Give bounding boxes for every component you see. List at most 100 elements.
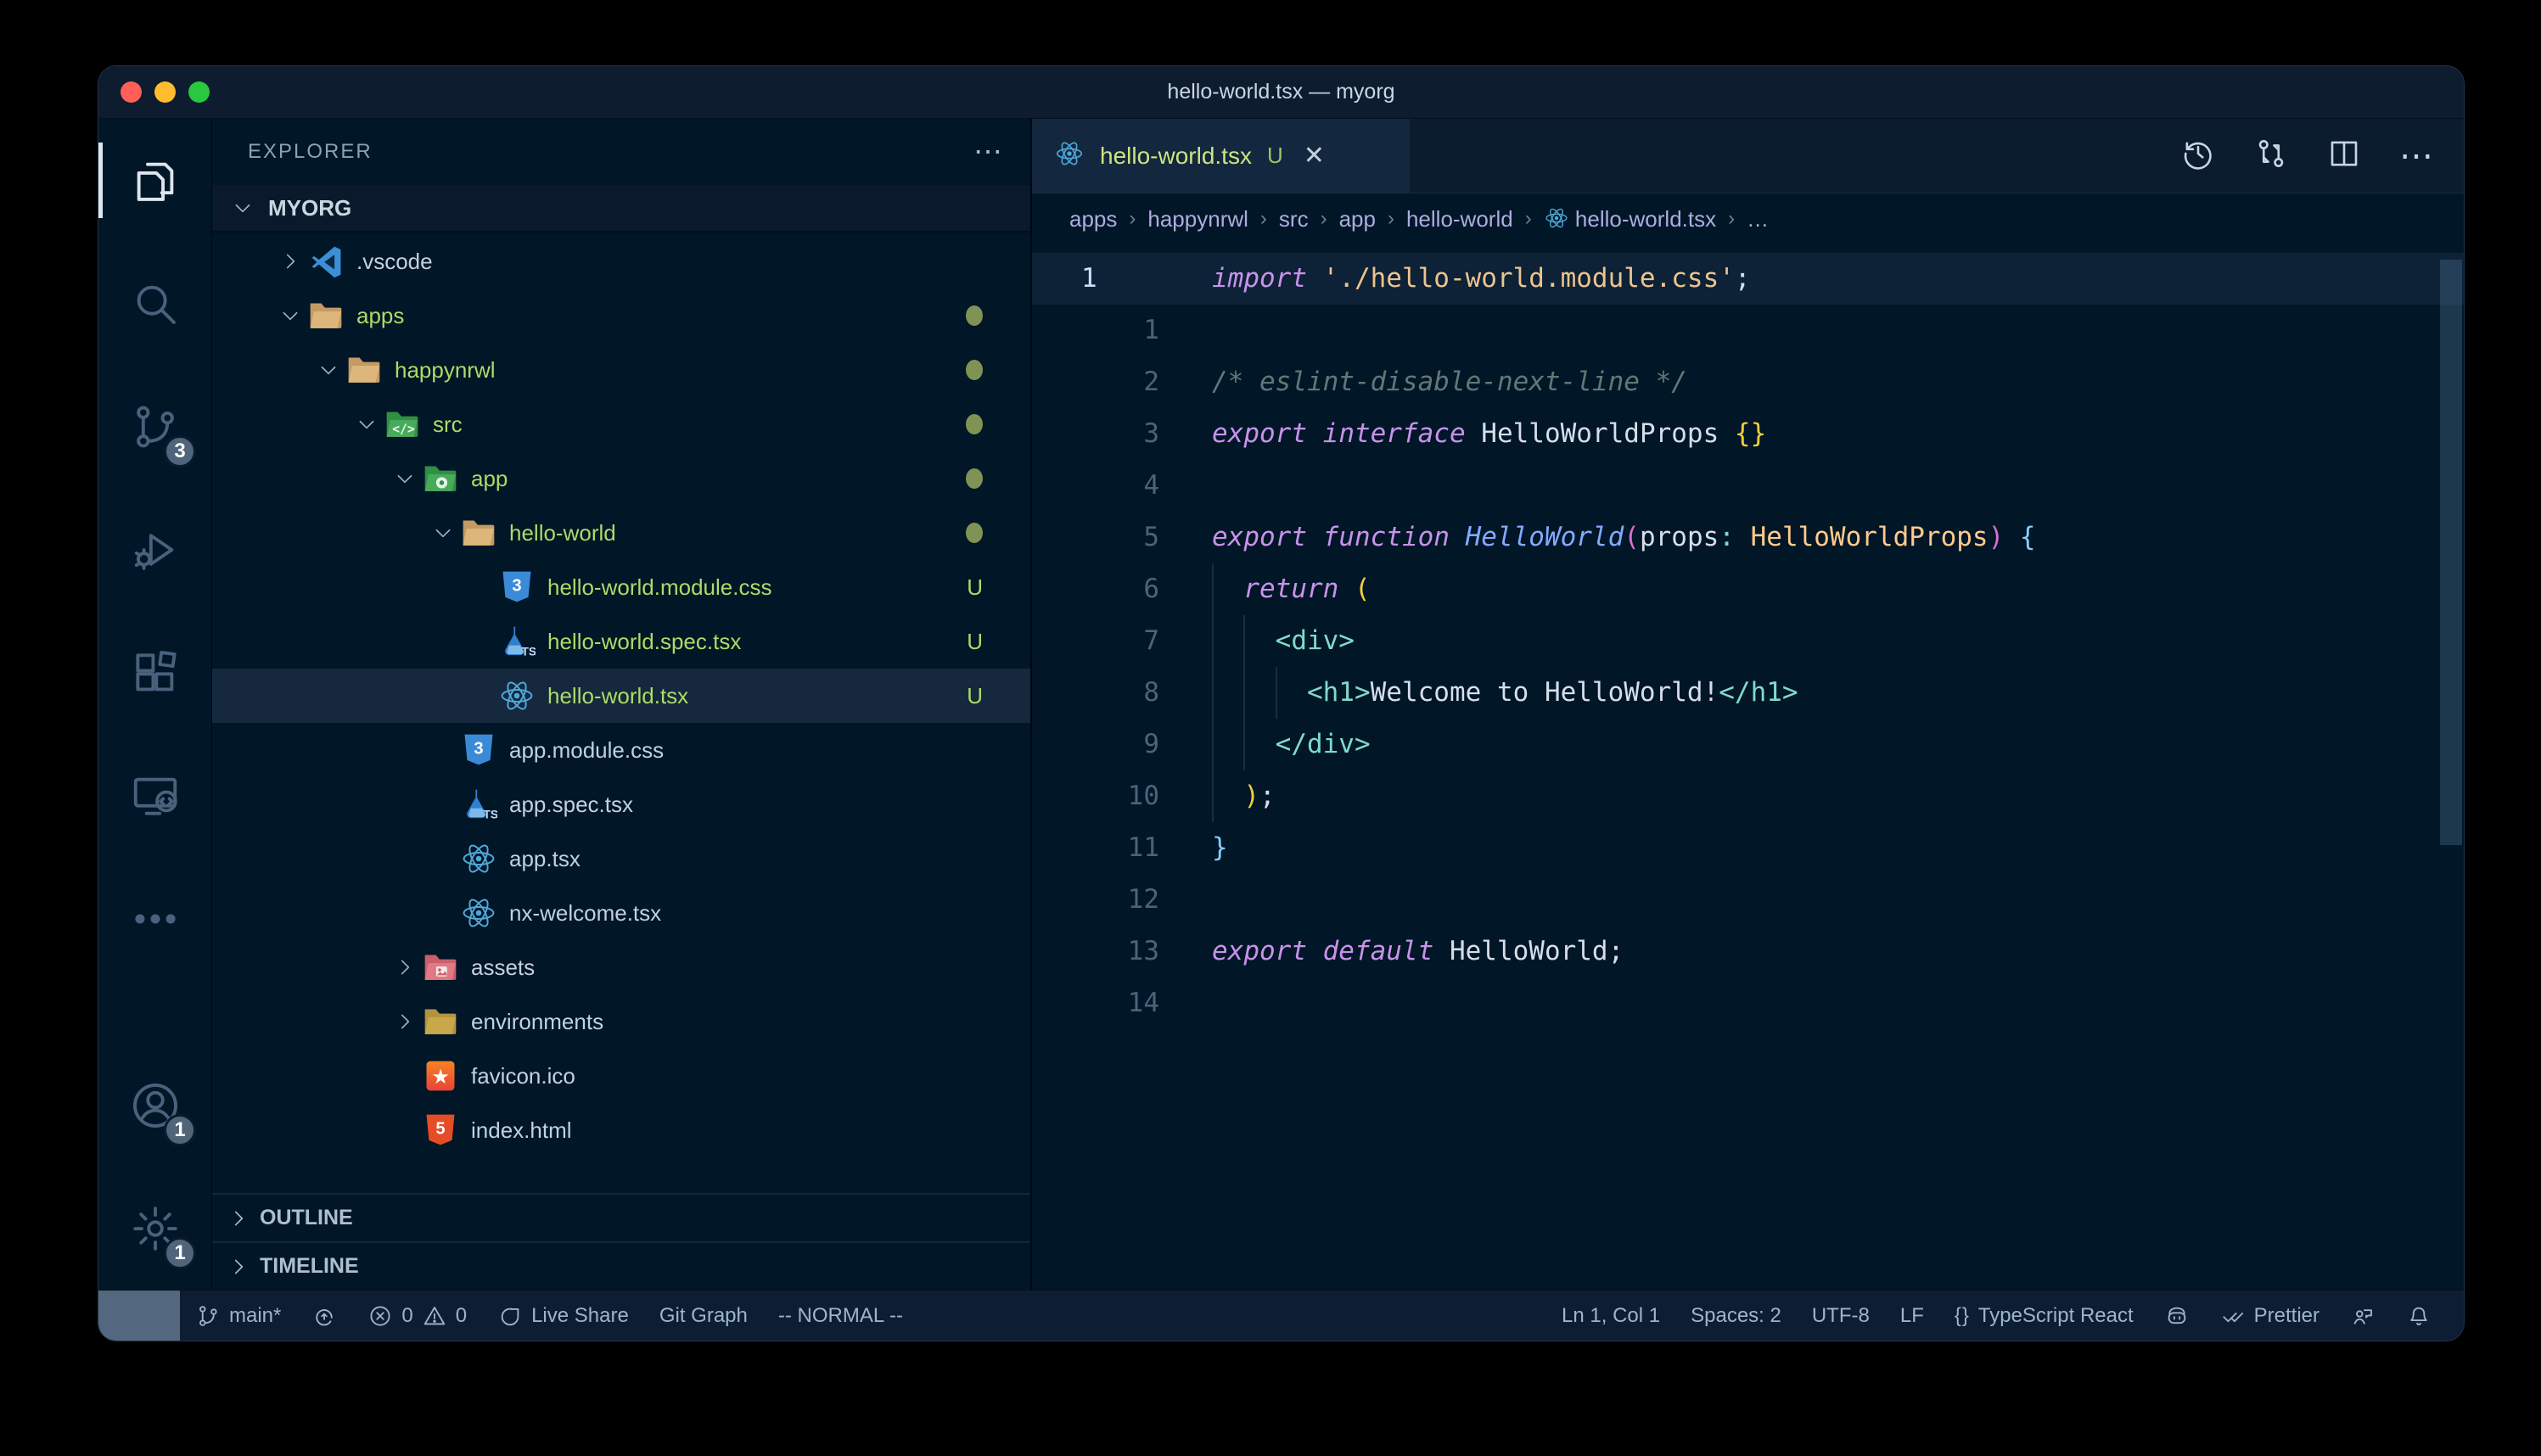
line-number: 1 xyxy=(1032,305,1159,356)
status-cursor-position[interactable]: Ln 1, Col 1 xyxy=(1546,1291,1675,1341)
editor-scrollbar[interactable] xyxy=(2440,260,2462,845)
tree-item-app-module-css[interactable]: 3app.module.css xyxy=(212,723,1030,777)
status-git-branch[interactable]: main* xyxy=(180,1291,296,1341)
tree-item-app[interactable]: app xyxy=(212,451,1030,506)
git-untracked-badge: U xyxy=(967,629,983,655)
split-editor-icon[interactable] xyxy=(2326,136,2362,176)
activity-item-explorer[interactable] xyxy=(98,119,211,242)
breadcrumb-item[interactable]: hello-world.tsx xyxy=(1544,205,1716,232)
tree-item-happynrwl[interactable]: happynrwl xyxy=(212,343,1030,397)
line-number: 8 xyxy=(1032,667,1159,719)
code-editor[interactable]: 1import './hello-world.module.css';12/* … xyxy=(1032,244,2464,1290)
history-icon[interactable] xyxy=(2180,136,2216,176)
status-sync-changes[interactable] xyxy=(296,1291,352,1341)
breadcrumb-item[interactable]: hello-world xyxy=(1406,206,1513,232)
vscode-folder-icon xyxy=(307,244,345,278)
folder-env-icon xyxy=(422,1005,459,1039)
activity-item-additional-views[interactable] xyxy=(98,857,211,980)
chevron-down-icon xyxy=(273,305,307,327)
files-icon xyxy=(129,154,182,207)
breadcrumb: apps›happynrwl›src›app›hello-world› hell… xyxy=(1032,193,2464,244)
status-copilot[interactable] xyxy=(2149,1291,2205,1341)
activity-item-source-control[interactable]: 3 xyxy=(98,365,211,488)
folder-src-icon: </> xyxy=(384,407,421,441)
status-indentation[interactable]: Spaces: 2 xyxy=(1675,1291,1797,1341)
svg-text:</>: </> xyxy=(392,422,415,436)
tree-item-favicon-ico[interactable]: ★ favicon.ico xyxy=(212,1049,1030,1103)
breadcrumb-item[interactable]: … xyxy=(1747,206,1769,232)
tree-item--vscode[interactable]: .vscode xyxy=(212,234,1030,288)
tab-hello-world-tsx[interactable]: hello-world.tsx U ✕ xyxy=(1032,119,1411,193)
tree-item-environments[interactable]: environments xyxy=(212,994,1030,1049)
tree-item-app-tsx[interactable]: app.tsx xyxy=(212,832,1030,886)
tree-item-index-html[interactable]: 5index.html xyxy=(212,1103,1030,1157)
activity-item-run-and-debug[interactable] xyxy=(98,488,211,611)
line-number: 11 xyxy=(1032,822,1159,874)
activity-item-search[interactable] xyxy=(98,242,211,365)
status-problems[interactable]: 00 xyxy=(352,1291,482,1341)
git-modified-dot xyxy=(966,468,983,489)
tree-item-apps[interactable]: apps xyxy=(212,288,1030,343)
status-feedback[interactable] xyxy=(2335,1291,2391,1341)
tree-item-hello-world-tsx[interactable]: hello-world.tsxU xyxy=(212,669,1030,723)
breadcrumb-item[interactable]: happynrwl xyxy=(1147,206,1248,232)
breadcrumb-item[interactable]: apps xyxy=(1069,206,1117,232)
tree-item-src[interactable]: </>src xyxy=(212,397,1030,451)
open-changes-icon[interactable] xyxy=(2253,136,2289,176)
tab-label: hello-world.tsx xyxy=(1100,143,1252,170)
tree-item-hello-world-spec-tsx[interactable]: TShello-world.spec.tsxU xyxy=(212,614,1030,669)
window-title: hello-world.tsx — myorg xyxy=(1167,80,1394,104)
breadcrumb-item[interactable]: app xyxy=(1339,206,1376,232)
status-encoding[interactable]: UTF-8 xyxy=(1797,1291,1885,1341)
traffic-lights xyxy=(121,66,210,118)
tree-item-label: app.tsx xyxy=(509,846,581,872)
line-number: 12 xyxy=(1032,874,1159,926)
remote-indicator[interactable] xyxy=(98,1291,180,1341)
line-number: 10 xyxy=(1032,770,1159,822)
minimize-window-button[interactable] xyxy=(154,81,176,103)
tab-close-icon[interactable]: ✕ xyxy=(1304,141,1325,171)
zoom-window-button[interactable] xyxy=(188,81,210,103)
section-timeline[interactable]: TIMELINE xyxy=(212,1241,1030,1290)
code-line: 5export function HelloWorld(props: Hello… xyxy=(1032,512,2464,563)
titlebar: hello-world.tsx — myorg xyxy=(98,66,2464,119)
more-actions-icon[interactable]: ⋯ xyxy=(2399,152,2435,160)
tree-item-assets[interactable]: assets xyxy=(212,940,1030,994)
status-vim-mode[interactable]: -- NORMAL -- xyxy=(763,1291,918,1341)
activity-item-settings[interactable]: 1 xyxy=(98,1167,211,1290)
tree-item-label: .vscode xyxy=(356,249,433,275)
status-notifications[interactable] xyxy=(2391,1291,2447,1341)
tree-item-label: environments xyxy=(471,1009,603,1035)
tree-item-hello-world-module-css[interactable]: 3hello-world.module.cssU xyxy=(212,560,1030,614)
tree-item-nx-welcome-tsx[interactable]: nx-welcome.tsx xyxy=(212,886,1030,940)
copilot-icon xyxy=(2164,1303,2190,1329)
activity-item-remote-explorer[interactable] xyxy=(98,734,211,857)
tree-item-hello-world[interactable]: hello-world xyxy=(212,506,1030,560)
status-eol[interactable]: LF xyxy=(1885,1291,1939,1341)
svg-text:3: 3 xyxy=(512,577,521,596)
code-line: 13export default HelloWorld; xyxy=(1032,926,2464,977)
svg-text:TS: TS xyxy=(522,646,536,658)
section-outline[interactable]: OUTLINE xyxy=(212,1193,1030,1241)
tree-item-label: happynrwl xyxy=(395,357,496,384)
status-git-graph[interactable]: Git Graph xyxy=(644,1291,763,1341)
tree-item-label: assets xyxy=(471,955,535,981)
tree-item-label: favicon.ico xyxy=(471,1063,575,1089)
prettier-check-icon xyxy=(2220,1303,2246,1329)
close-window-button[interactable] xyxy=(121,81,142,103)
svg-text:★: ★ xyxy=(431,1066,449,1089)
status-language-mode[interactable]: {}TypeScript React xyxy=(1939,1291,2149,1341)
explorer-more-actions-icon[interactable]: ⋯ xyxy=(973,143,1005,160)
workspace-section-header[interactable]: MYORG xyxy=(212,185,1030,231)
status-live-share[interactable]: Live Share xyxy=(482,1291,644,1341)
status-prettier[interactable]: Prettier xyxy=(2205,1291,2335,1341)
breadcrumb-item[interactable]: src xyxy=(1279,206,1309,232)
search-icon xyxy=(129,277,182,330)
react-icon xyxy=(1054,138,1085,173)
breadcrumb-separator: › xyxy=(1728,207,1735,231)
tree-item-label: app xyxy=(471,466,508,492)
tree-item-app-spec-tsx[interactable]: TSapp.spec.tsx xyxy=(212,777,1030,832)
tab-modified-badge: U xyxy=(1267,143,1283,169)
activity-item-accounts[interactable]: 1 xyxy=(98,1044,211,1167)
activity-item-extensions[interactable] xyxy=(98,611,211,734)
